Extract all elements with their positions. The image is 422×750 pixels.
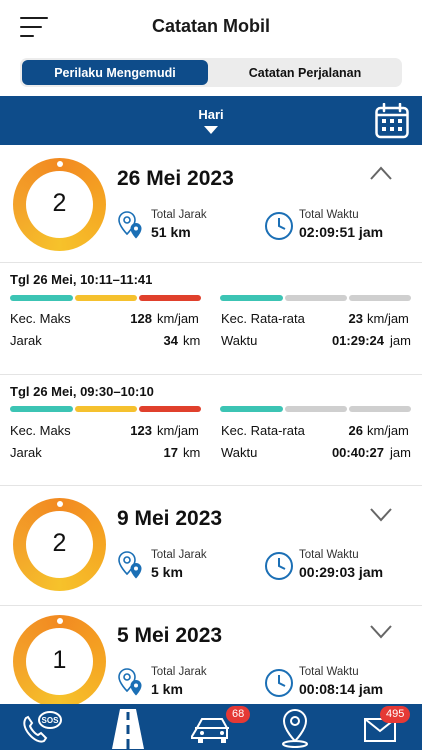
tab-bar: Perilaku Mengemudi Catatan Perjalanan [20,58,402,87]
chevron-down-icon[interactable] [370,508,392,522]
period-selector[interactable]: Hari [0,107,422,122]
speed-bar-teal [10,295,73,301]
day-date: 26 Mei 2023 [117,167,234,190]
total-distance-value: 5 km [151,564,183,580]
distance-label: Jarak [10,445,42,460]
calendar-icon[interactable] [375,103,409,139]
period-filter-bar: Hari [0,96,422,145]
score-value: 2 [52,529,67,557]
avg-bar-grey [349,295,411,301]
total-distance-label: Total Jarak [151,209,207,221]
road-icon [112,709,144,749]
total-distance-label: Total Jarak [151,549,207,561]
ring-marker [57,618,63,624]
day-date: 9 Mei 2023 [117,507,223,530]
max-speed-unit: km/jam [157,311,199,326]
mail-badge: 495 [380,706,411,723]
max-speed-value: 123 [130,423,152,438]
chevron-up-icon[interactable] [370,166,392,180]
divider [0,374,422,375]
avg-speed-unit: km/jam [367,311,409,326]
trip-title: Tgl 26 Mei, 10:11–11:41 [10,272,153,287]
duration-label: Waktu [221,445,258,460]
day-card[interactable]: 1 5 Mei 2023 Total Jarak 1 km Total Wakt… [0,613,422,708]
divider [0,605,422,606]
day-card[interactable]: 2 26 Mei 2023 Total Jarak 51 km Total Wa… [0,156,422,486]
avg-bar-grey [285,295,347,301]
ring-marker [57,161,63,167]
speed-bar-red [139,406,201,412]
nav-road[interactable] [108,704,148,750]
divider [0,262,422,263]
total-time-label: Total Waktu [299,666,359,678]
total-time-value: 00:08:14 jam [299,681,384,697]
speed-bar-yellow [75,406,137,412]
location-icon [118,551,142,579]
sos-phone-icon: SOS [23,711,62,743]
score-value: 1 [52,646,67,674]
clock-icon [265,552,293,580]
avg-bar-teal [220,295,283,301]
nav-mail[interactable]: 495 [362,704,411,750]
bottom-nav: SOS 68 495 [0,704,422,750]
tab-perilaku-mengemudi[interactable]: Perilaku Mengemudi [22,60,208,85]
clock-icon [265,669,293,697]
duration-value: 01:29:24 [331,333,384,348]
nav-location[interactable] [278,704,312,750]
avg-bar-teal [220,406,283,412]
trip-title: Tgl 26 Mei, 09:30–10:10 [10,384,154,399]
max-speed-value: 128 [130,311,152,326]
clock-icon [265,212,293,240]
avg-bar-grey [349,406,411,412]
location-icon [118,211,142,239]
speed-bar-red [139,295,201,301]
score-value: 2 [52,189,67,217]
app-screen: Catatan Mobil Perilaku Mengemudi Catatan… [0,0,422,750]
day-card[interactable]: 2 9 Mei 2023 Total Jarak 5 km Total Wakt… [0,496,422,606]
distance-value: 34 [163,333,178,348]
divider [0,485,422,486]
total-time-value: 00:29:03 jam [299,564,384,580]
max-speed-label: Kec. Maks [10,311,71,326]
total-time-label: Total Waktu [299,549,359,561]
avg-speed-label: Kec. Rata-rata [221,423,305,438]
distance-unit: km [183,333,201,348]
speed-bar-yellow [75,295,137,301]
duration-value: 00:40:27 [331,445,384,460]
top-bar: Catatan Mobil [0,0,422,56]
avg-speed-label: Kec. Rata-rata [221,311,305,326]
location-icon [118,668,142,696]
nav-car[interactable]: 68 [190,704,251,750]
nav-sos[interactable]: SOS [18,704,68,750]
total-time-value: 02:09:51 jam [299,224,384,240]
avg-bar-grey [285,406,347,412]
ring-marker [57,501,63,507]
avg-speed-unit: km/jam [367,423,409,438]
max-speed-label: Kec. Maks [10,423,71,438]
max-speed-unit: km/jam [157,423,199,438]
distance-value: 17 [163,445,178,460]
location-pin-icon [282,708,308,748]
total-distance-value: 51 km [151,224,191,240]
duration-unit: jam [390,445,411,460]
total-time-label: Total Waktu [299,209,359,221]
speed-bar-teal [10,406,73,412]
avg-speed-value: 26 [348,423,363,438]
duration-unit: jam [390,333,411,348]
distance-label: Jarak [10,333,42,348]
avg-speed-value: 23 [348,311,363,326]
svg-text:SOS: SOS [42,716,60,725]
car-badge: 68 [226,706,251,723]
day-date: 5 Mei 2023 [117,624,223,647]
tab-catatan-perjalanan[interactable]: Catatan Perjalanan [210,60,400,85]
page-title: Catatan Mobil [151,16,270,36]
total-distance-value: 1 km [151,681,183,697]
total-distance-label: Total Jarak [151,666,207,678]
chevron-down-icon[interactable] [370,625,392,639]
duration-label: Waktu [221,333,258,348]
caret-down-icon[interactable] [204,126,218,134]
distance-unit: km [183,445,201,460]
